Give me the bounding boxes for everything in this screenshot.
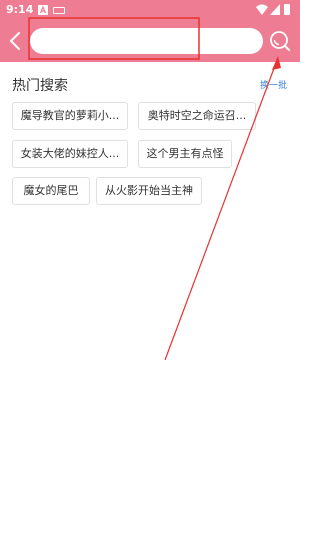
hot-search-tag[interactable]: 女装大佬的妹控人... xyxy=(12,140,128,168)
notification-a-icon xyxy=(38,5,48,15)
refresh-link[interactable]: 换一批 xyxy=(260,78,287,91)
status-bar: 9:14 xyxy=(0,0,300,20)
hot-search-tag[interactable]: 魔女的尾巴 xyxy=(12,177,90,205)
hot-search-tag[interactable]: 魔导教官的萝莉小... xyxy=(12,102,128,130)
hot-search-tag[interactable]: 这个男主有点怪 xyxy=(138,140,232,168)
hot-search-tag[interactable]: 奥特时空之命运召... xyxy=(138,102,256,130)
chevron-left-icon[interactable] xyxy=(6,30,26,52)
search-icon[interactable] xyxy=(268,29,292,53)
status-time: 9:14 xyxy=(6,3,34,16)
hot-search-title: 热门搜索 xyxy=(12,78,68,94)
keyboard-icon xyxy=(53,7,65,14)
wifi-icon xyxy=(256,4,268,15)
signal-icon xyxy=(270,4,280,15)
search-toolbar xyxy=(0,20,300,62)
battery-icon xyxy=(284,4,290,15)
hot-search-tag[interactable]: 从火影开始当主神 xyxy=(96,177,202,205)
search-input[interactable] xyxy=(30,28,263,54)
